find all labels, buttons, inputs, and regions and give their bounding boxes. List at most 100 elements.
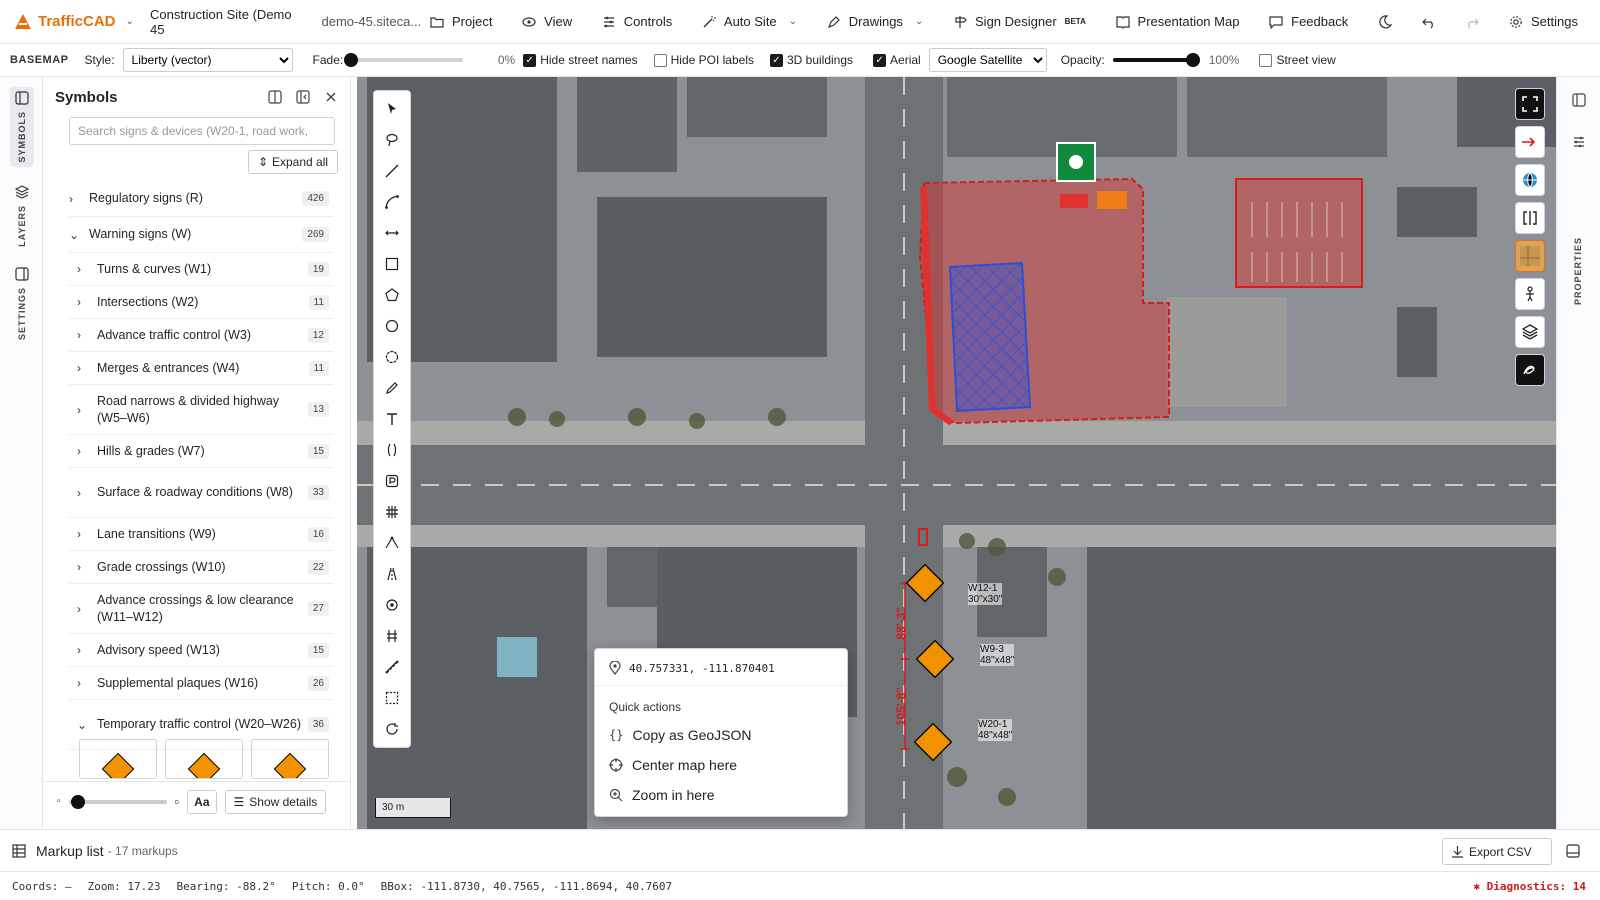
menu-auto-site[interactable]: Auto Site ⌄ (702, 14, 797, 29)
menu-presentation-map[interactable]: Presentation Map (1115, 14, 1239, 29)
category-row[interactable]: › Lane transitions (W9) 16 (69, 518, 333, 551)
category-row[interactable]: › Advance crossings & low clearance (W11–… (69, 584, 333, 634)
category-row[interactable]: ⌄ Warning signs (W) 269 (69, 217, 333, 253)
category-row[interactable]: › Grade crossings (W10) 22 (69, 551, 333, 584)
site-sign-red[interactable] (1060, 194, 1088, 208)
chevron-right-icon[interactable]: › (77, 527, 97, 541)
symbol-search-input[interactable]: Search signs & devices (W20-1, road work… (69, 117, 335, 145)
rail-tool[interactable] (373, 620, 411, 651)
category-row[interactable]: › Intersections (W2) 11 (69, 286, 333, 319)
chevron-down-icon[interactable]: ⌄ (77, 718, 97, 732)
properties-sliders-icon[interactable] (1572, 135, 1586, 149)
category-row[interactable]: › Advisory speed (W13) 15 (69, 634, 333, 667)
theme-toggle-button[interactable] (1378, 14, 1392, 29)
menu-controls[interactable]: Controls (602, 14, 672, 29)
lasso-tool[interactable] (373, 124, 411, 155)
opacity-slider[interactable] (1112, 53, 1200, 67)
menu-settings[interactable]: Settings (1509, 14, 1578, 29)
chevron-right-icon[interactable]: › (77, 403, 97, 417)
parking-tool[interactable] (373, 465, 411, 496)
redo-button[interactable] (1465, 15, 1480, 29)
diagnostics-button[interactable]: ✱ Diagnostics: 14 (1473, 880, 1586, 893)
crosswalk-tool[interactable] (373, 496, 411, 527)
rail-tab-symbols[interactable]: SYMBOLS (10, 87, 34, 167)
route-button[interactable] (1515, 126, 1545, 158)
zoom-in-item[interactable]: Zoom in here (595, 780, 847, 810)
expand-all-button[interactable]: ⇕ Expand all (248, 150, 338, 174)
brand-menu[interactable]: TrafficCAD ⌄ (0, 13, 150, 31)
category-row[interactable]: › Turns & curves (W1) 19 (69, 253, 333, 286)
category-row[interactable]: › Road narrows & divided highway (W5–W6) 1… (69, 385, 333, 435)
area-select-tool[interactable] (373, 682, 411, 713)
show-details-button[interactable]: ☰ Show details (224, 789, 327, 814)
street-view-checkbox[interactable]: Street view (1259, 53, 1336, 67)
ruler-tool[interactable] (373, 651, 411, 682)
freehand-circle-tool[interactable] (373, 341, 411, 372)
center-map-item[interactable]: Center map here (595, 750, 847, 780)
menu-feedback[interactable]: Feedback (1269, 14, 1348, 29)
chevron-right-icon[interactable]: › (69, 192, 89, 206)
category-row[interactable]: › Regulatory signs (R) 426 (69, 181, 333, 217)
rail-tab-settings[interactable]: SETTINGS (10, 267, 34, 340)
curve-tool[interactable] (373, 186, 411, 217)
symbol-thumb-road-work-ahead[interactable] (165, 739, 243, 779)
hide-street-names-checkbox[interactable]: ✓ Hide street names (523, 53, 638, 67)
rail-tab-layers[interactable]: LAYERS (10, 185, 34, 247)
rectangle-tool[interactable] (373, 248, 411, 279)
markup-list-title[interactable]: Markup list (36, 843, 104, 859)
symbol-size-slider[interactable] (68, 794, 167, 809)
chevron-right-icon[interactable]: › (77, 444, 97, 458)
chevron-down-icon[interactable]: ⌄ (69, 228, 89, 242)
layers-button[interactable] (1515, 316, 1545, 348)
fade-slider[interactable] (344, 53, 464, 67)
menu-sign-designer[interactable]: Sign Designer BETA (953, 14, 1086, 29)
rotate-tool[interactable] (373, 713, 411, 744)
chevron-right-icon[interactable]: › (77, 262, 97, 276)
chevron-right-icon[interactable]: › (77, 328, 97, 342)
lane-tool[interactable] (373, 558, 411, 589)
copy-geojson-item[interactable]: {} Copy as GeoJSON (595, 720, 847, 750)
chevron-right-icon[interactable]: › (77, 643, 97, 657)
context-coords[interactable]: 40.757331, -111.870401 (595, 649, 847, 686)
text-size-button[interactable]: Aa (187, 789, 217, 814)
chevron-right-icon[interactable]: › (77, 295, 97, 309)
line-tool[interactable] (373, 155, 411, 186)
undo-button[interactable] (1421, 15, 1436, 29)
node-tool[interactable] (373, 527, 411, 558)
pencil-tool[interactable] (373, 372, 411, 403)
measure-tool[interactable] (373, 217, 411, 248)
chevron-right-icon[interactable]: › (77, 560, 97, 574)
export-csv-button[interactable]: Export CSV (1442, 838, 1552, 865)
street-view-button[interactable] (1515, 278, 1545, 310)
3d-buildings-checkbox[interactable]: ✓ 3D buildings (769, 53, 853, 67)
collapse-panel-icon[interactable] (296, 90, 310, 104)
select-tool[interactable] (373, 93, 411, 124)
symbol-thumb-detour-ahead[interactable] (251, 739, 329, 779)
panel-toggle-icon[interactable] (1566, 844, 1580, 858)
aerial-checkbox[interactable]: ✓ Aerial (873, 53, 921, 67)
callout-tool[interactable] (373, 434, 411, 465)
map-canvas[interactable]: 88'-3" 105'-8" W12-1 30"x30" W9-3 48"x48" … (357, 77, 1556, 829)
collapse-right-icon[interactable] (1572, 93, 1586, 107)
text-tool[interactable] (373, 403, 411, 434)
globe-button[interactable] (1515, 164, 1545, 196)
symbol-thumb-road-work[interactable] (79, 739, 157, 779)
chevron-right-icon[interactable]: › (77, 486, 97, 500)
project-info[interactable]: Construction Site (Demo 45 demo-45.sitec… (150, 7, 430, 37)
circle-tool[interactable] (373, 310, 411, 341)
category-row[interactable]: › Merges & entrances (W4) 11 (69, 352, 333, 385)
site-sign-orange[interactable] (1097, 191, 1127, 209)
category-row[interactable]: › Advance traffic control (W3) 12 (69, 319, 333, 352)
hide-poi-labels-checkbox[interactable]: Hide POI labels (653, 53, 754, 67)
opacity-slider-thumb[interactable] (1185, 53, 1200, 67)
category-row[interactable]: › Supplemental plaques (W16) 26 (69, 667, 333, 700)
basemap-style-select[interactable]: Liberty (vector) (122, 48, 293, 72)
chevron-right-icon[interactable]: › (77, 361, 97, 375)
chevron-right-icon[interactable]: › (77, 602, 97, 616)
category-row[interactable]: › Hills & grades (W7) 15 (69, 435, 333, 468)
menu-drawings[interactable]: Drawings ⌄ (827, 14, 923, 29)
target-tool[interactable] (373, 589, 411, 620)
menu-view[interactable]: View (522, 14, 572, 29)
fade-slider-thumb[interactable] (344, 53, 359, 67)
compare-button[interactable] (1515, 202, 1545, 234)
